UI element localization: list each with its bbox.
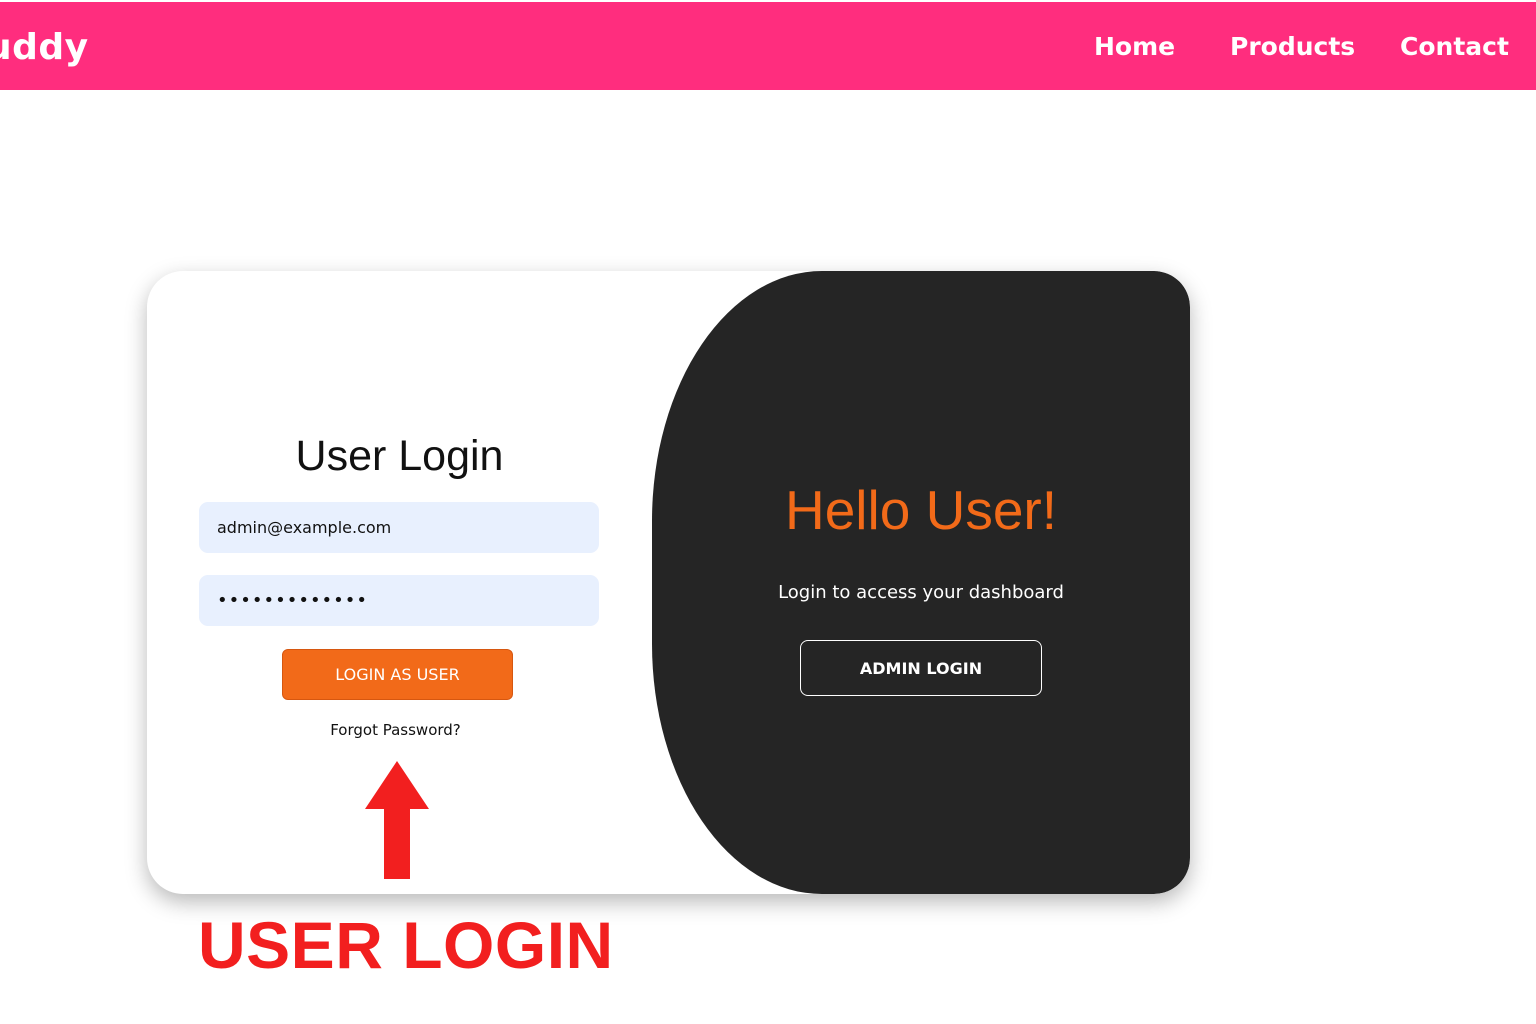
- password-field[interactable]: [199, 575, 599, 626]
- email-field[interactable]: [199, 502, 599, 553]
- login-card: User Login LOGIN AS USER Forgot Password…: [147, 271, 1190, 894]
- admin-panel: Hello User! Login to access your dashboa…: [652, 271, 1190, 894]
- user-login-annotation: USER LOGIN: [198, 908, 614, 982]
- nav-link-products[interactable]: Products: [1230, 30, 1355, 64]
- hello-subtitle: Login to access your dashboard: [778, 582, 1064, 603]
- nav-link-home[interactable]: Home: [1094, 30, 1175, 64]
- up-arrow-icon: [365, 761, 429, 879]
- brand-logo[interactable]: uddy: [0, 26, 89, 70]
- admin-login-button[interactable]: ADMIN LOGIN: [800, 640, 1042, 696]
- nav-link-contact[interactable]: Contact: [1400, 30, 1509, 64]
- login-as-user-button[interactable]: LOGIN AS USER: [282, 649, 513, 700]
- hello-heading: Hello User!: [784, 479, 1058, 541]
- forgot-password-link[interactable]: Forgot Password?: [147, 720, 644, 740]
- login-title: User Login: [295, 432, 504, 480]
- navbar: uddy Home Products Contact: [0, 2, 1536, 90]
